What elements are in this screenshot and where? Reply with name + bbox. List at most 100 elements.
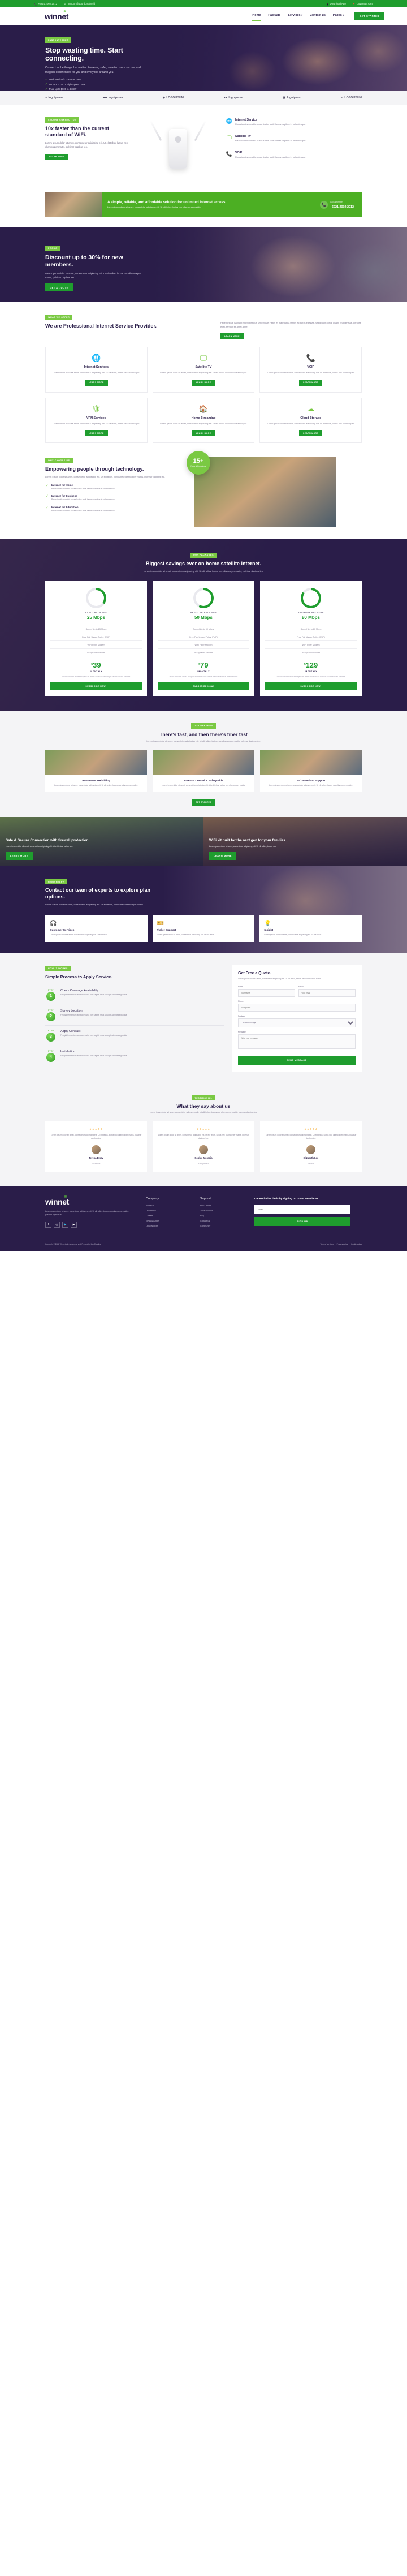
newsletter-email-input[interactable] xyxy=(254,1205,350,1214)
speed-text: Lorem ipsum dolor sit amet, consectetur … xyxy=(45,141,128,149)
cta-call-label: Call us for free xyxy=(330,200,343,203)
footer-link[interactable]: Ticket Support xyxy=(200,1210,244,1212)
phone-icon: 📞 xyxy=(319,201,328,209)
team-card-insight[interactable]: 💡 Insight Lorem ipsum dolor sit amet, cons… xyxy=(259,914,362,943)
promo-security: Safe & Secure Connection with firewall p… xyxy=(0,816,204,866)
star-rating-icon: ★★★★★ xyxy=(196,1128,211,1131)
speed-gauge-icon xyxy=(193,588,214,609)
plan-feature: WiFi Fiber Modem xyxy=(265,640,357,648)
discount-text: Lorem ipsum dolor sit amet, consectetur … xyxy=(45,272,141,279)
facebook-icon[interactable]: f xyxy=(45,1222,51,1228)
years-number: 15+ xyxy=(193,458,204,465)
subscribe-button[interactable]: SUBSCRIBE NOW! xyxy=(158,682,249,690)
nav-item-package[interactable]: Package xyxy=(268,14,280,19)
wifi-icon: ≋ xyxy=(64,1195,67,1199)
name-field[interactable] xyxy=(238,988,295,997)
footer-link[interactable]: About us xyxy=(146,1205,190,1207)
footer-link[interactable]: News & Article xyxy=(146,1220,190,1222)
cta-phone-block[interactable]: 📞 Call us for free +6221 2002 2012 xyxy=(319,200,362,209)
phone-icon: 📞 xyxy=(34,2,37,6)
plan-price: $79 xyxy=(198,661,209,670)
hero-badge: FAST INTERNET xyxy=(45,37,71,43)
newsletter-signup-button[interactable]: SIGN UP xyxy=(254,1216,350,1226)
card-button[interactable]: LEARN MORE xyxy=(192,430,215,437)
logo-mark-icon: ◆ xyxy=(163,96,165,100)
services-grid: 🌐 Internet Services Lorem ipsum dolor sit … xyxy=(45,347,362,444)
package-select[interactable]: Basic Package xyxy=(238,1018,356,1027)
phone-field[interactable] xyxy=(238,1003,356,1012)
email-label: Email xyxy=(298,985,304,988)
plan-feature: Speed Up to 25 Mbps xyxy=(50,625,142,633)
tv-icon: 🖵 xyxy=(227,135,232,141)
nav-item-home[interactable]: Home xyxy=(252,14,261,21)
topbar-phone[interactable]: 📞 +6221 2002 2012 xyxy=(34,2,57,6)
footer-bottom-link[interactable]: Privacy policy xyxy=(337,1243,348,1245)
partner-logo: ▣ logoipsum xyxy=(283,96,301,100)
footer-bottom-link[interactable]: Cookie policy xyxy=(351,1243,362,1245)
service-card[interactable]: 🏠 Home Streaming Lorem ipsum dolor sit ame… xyxy=(152,397,255,444)
testimonial-card: ★★★★★ Lorem ipsum dolor sit amet, consect… xyxy=(260,1121,362,1173)
card-button[interactable]: LEARN MORE xyxy=(84,430,108,437)
team-card-customer-services[interactable]: 🎧 Customer Services Lorem ipsum dolor sit … xyxy=(45,914,148,943)
benefits-section: OUR BENEFITS There's fast, and then ther… xyxy=(0,710,407,817)
feature-voip: 📞 VOIP Risus iaculis conubia curae luctus… xyxy=(226,151,306,159)
twitter-icon[interactable]: 🐦 xyxy=(62,1222,68,1228)
nav-item-pages[interactable]: Pages ▾ xyxy=(333,14,344,19)
card-button[interactable]: LEARN MORE xyxy=(299,379,323,386)
youtube-icon[interactable]: ▶ xyxy=(71,1222,77,1228)
subscribe-button[interactable]: SUBSCRIBE NOW! xyxy=(50,682,142,690)
topbar-download-app[interactable]: 📱 Download App xyxy=(326,2,346,6)
send-message-button[interactable]: SEND MESSAGE xyxy=(238,1056,356,1065)
topbar-email[interactable]: ✉ support@yourdomain.tld xyxy=(64,2,95,6)
pricing-plan-basic: BASIC PACKAGE 25 Mbps Speed Up to 25 Mbp… xyxy=(45,581,147,696)
services-learn-more-button[interactable]: LEARN MORE xyxy=(220,333,244,339)
service-card[interactable]: ☁ Cloud Storage Lorem ipsum dolor sit amet… xyxy=(259,397,362,444)
footer-link[interactable]: Community xyxy=(200,1225,244,1227)
footer-logo[interactable]: winnet ≋ xyxy=(45,1195,69,1206)
discount-cta-button[interactable]: GET A QUOTE xyxy=(45,283,73,292)
promo-button[interactable]: LEARN MORE xyxy=(209,852,236,860)
subscribe-button[interactable]: SUBSCRIBE NOW! xyxy=(265,682,357,690)
wifi-icon: ≋ xyxy=(63,10,66,14)
plan-feature: WiFi Fiber Modem xyxy=(158,640,249,648)
empower-text: Lorem ipsum dolor sit amet, consectetur … xyxy=(45,475,166,479)
service-card[interactable]: 📞 VOIP Lorem ipsum dolor sit amet, consect… xyxy=(259,347,362,393)
home-icon: 🏠 xyxy=(198,404,209,413)
process-step: STEP 3 Apply Contract Feugiat fermentum aen… xyxy=(45,1026,224,1046)
get-started-button[interactable]: GET STARTED xyxy=(354,12,384,20)
message-field[interactable] xyxy=(238,1034,356,1049)
list-item: ✓ Plus, up to $600 in deals!* xyxy=(45,87,77,91)
list-item: ✓ Dedicated 24/7 customer care xyxy=(45,78,81,81)
logo-mark-icon: ▣ xyxy=(283,96,286,100)
speed-learn-more-button[interactable]: LEARN MORE xyxy=(45,153,68,160)
footer-link[interactable]: Contact us xyxy=(200,1220,244,1222)
plan-feature: IP Dynamic Private xyxy=(265,648,357,656)
instagram-icon[interactable]: ◎ xyxy=(54,1222,60,1228)
hero-section: FAST INTERNET Stop wasting time. Start c… xyxy=(0,25,407,91)
card-button[interactable]: LEARN MORE xyxy=(192,379,215,386)
service-card[interactable]: 🛡 VPN Services Lorem ipsum dolor sit amet,… xyxy=(45,397,148,444)
card-button[interactable]: LEARN MORE xyxy=(299,430,323,437)
site-logo[interactable]: winnet ≋ xyxy=(23,7,90,25)
footer-link[interactable]: FAQ xyxy=(200,1215,244,1217)
message-label: Message xyxy=(238,1030,246,1033)
nav-item-services[interactable]: Services ▾ xyxy=(288,14,302,19)
check-icon: ✓ xyxy=(45,87,47,91)
plan-feature: Free Fair Usage Policy (FUP) xyxy=(265,633,357,640)
coverage-area-label: Coverage Area xyxy=(356,2,373,5)
topbar-coverage-area[interactable]: 📍 Coverage Area xyxy=(353,2,373,6)
card-button[interactable]: LEARN MORE xyxy=(84,379,108,386)
footer-link[interactable]: Legal Notices xyxy=(146,1225,190,1227)
footer-link[interactable]: Careers xyxy=(146,1215,190,1217)
service-card[interactable]: 🖵 Satellite TV Lorem ipsum dolor sit amet,… xyxy=(152,347,255,393)
feature-internet-service: 🌐 Internet Service Risus iaculis conubia … xyxy=(226,118,306,126)
team-card-ticket-support[interactable]: 🎫 Ticket Support Lorem ipsum dolor sit ame… xyxy=(152,914,255,943)
nav-item-contact[interactable]: Contact us xyxy=(310,14,326,19)
footer-bottom-link[interactable]: Term of services xyxy=(321,1243,334,1245)
footer-link[interactable]: Help Center xyxy=(200,1205,244,1207)
email-field[interactable] xyxy=(298,988,356,997)
service-card[interactable]: 🌐 Internet Services Lorem ipsum dolor sit … xyxy=(45,347,148,393)
footer-link[interactable]: Leadership xyxy=(146,1210,190,1212)
benefits-cta-button[interactable]: GET STARTED xyxy=(191,799,216,806)
promo-button[interactable]: LEARN MORE xyxy=(6,852,33,860)
